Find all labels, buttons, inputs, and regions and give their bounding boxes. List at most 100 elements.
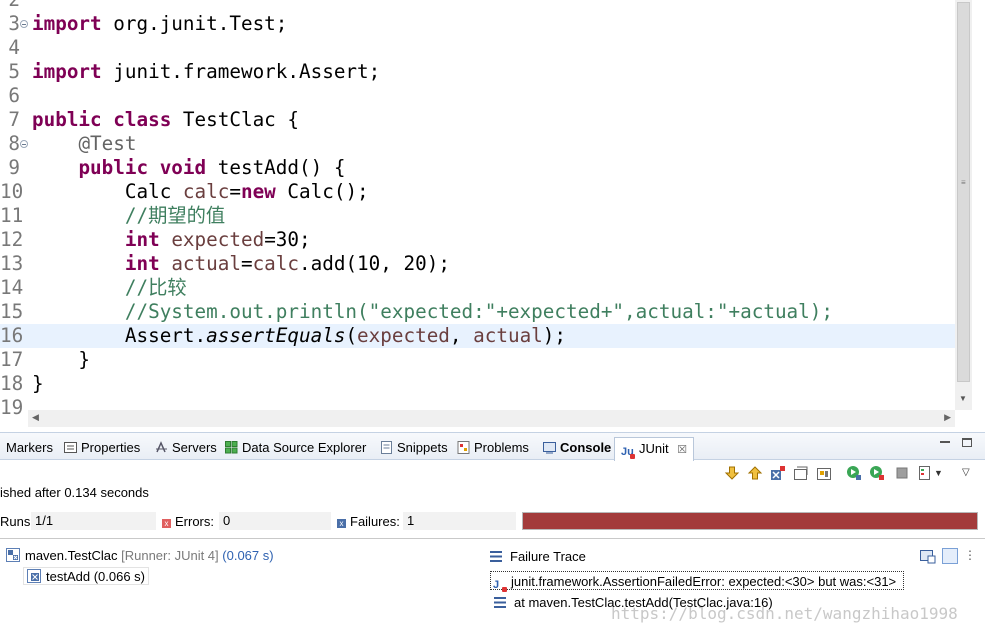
code-line[interactable]: 8 @Test [0, 132, 955, 156]
tab-data-source-explorer[interactable]: Data Source Explorer [225, 439, 366, 457]
show-failures-only-icon[interactable] [770, 465, 786, 481]
code-text: Calc calc=new Calc(); [32, 180, 369, 204]
code-token: public [78, 156, 149, 179]
tab-problems[interactable]: Problems [457, 439, 529, 457]
java-editor[interactable]: 23 import org.junit.Test; 45 import junit.f… [0, 0, 985, 430]
stop-icon[interactable] [894, 465, 910, 481]
database-icon [225, 441, 238, 454]
line-number: 16 [0, 324, 24, 347]
failures-value: 1 [403, 512, 516, 530]
code-line[interactable]: 2 [0, 0, 955, 12]
minimize-icon[interactable] [940, 441, 950, 443]
scroll-lock-icon[interactable] [793, 465, 809, 481]
code-token: actual [473, 324, 543, 347]
copy-trace-icon[interactable]: ⋮ [964, 548, 980, 564]
test-suite-failed-icon [6, 548, 20, 562]
code-area[interactable]: 23 import org.junit.Test; 45 import junit.f… [0, 0, 955, 420]
line-number: 5 [8, 60, 20, 83]
fold-toggle-icon[interactable] [20, 20, 28, 28]
failure-trace-line[interactable]: Jjunit.framework.AssertionFailedError: e… [490, 571, 904, 592]
code-line[interactable]: 6 [0, 84, 955, 108]
assertion-error-text: junit.framework.AssertionFailedError: ex… [511, 574, 897, 589]
code-token: TestClac { [171, 108, 300, 131]
code-line[interactable]: 9 public void testAdd() { [0, 156, 955, 180]
runs-label: Runs: [0, 514, 34, 529]
tree-item-test-method[interactable]: testAdd (0.066 s) [23, 567, 149, 585]
test-class-name: maven.TestClac [25, 548, 118, 563]
code-line[interactable]: 15 //System.out.println("expected:"+expe… [0, 300, 955, 324]
code-token: ( [345, 324, 358, 347]
code-line[interactable]: 16 Assert.assertEquals(expected, actual)… [0, 324, 955, 348]
tree-item-test-class[interactable]: maven.TestClac [Runner: JUnit 4] (0.067 … [6, 547, 274, 565]
junit-icon: Ju [621, 446, 635, 459]
history-dropdown-icon[interactable]: ▼ [934, 465, 950, 481]
fold-toggle-icon[interactable] [20, 140, 28, 148]
code-line[interactable]: 17 } [0, 348, 955, 372]
test-progress-fill [523, 513, 977, 529]
line-number: 14 [0, 276, 24, 299]
code-line[interactable]: 4 [0, 36, 955, 60]
tab-snippets[interactable]: Snippets [380, 439, 448, 457]
code-token: = [229, 180, 241, 203]
test-tree[interactable]: maven.TestClac [Runner: JUnit 4] (0.067 … [0, 547, 480, 627]
code-line[interactable]: 18} [0, 372, 955, 396]
test-run-history-icon[interactable] [917, 465, 933, 481]
tab-junit-label: JUnit [639, 441, 669, 456]
vertical-scroll-thumb[interactable]: ≡ [957, 2, 970, 382]
scroll-down-arrow-icon[interactable]: ▼ [959, 394, 967, 403]
scroll-right-arrow-icon[interactable]: ▶ [944, 412, 951, 423]
code-token: public [32, 108, 102, 131]
tab-junit[interactable]: Ju JUnit ☒ [614, 437, 695, 461]
filter-stack-trace-icon[interactable] [942, 548, 958, 564]
view-menu-icon[interactable]: ▽ [962, 465, 978, 481]
previous-failure-icon[interactable] [747, 465, 763, 481]
rerun-icon[interactable] [846, 465, 862, 481]
tab-console[interactable]: Console [543, 439, 611, 457]
line-number: 7 [8, 108, 20, 131]
tab-markers[interactable]: Markers [6, 439, 53, 457]
code-token: } [32, 348, 91, 371]
tab-properties[interactable]: Properties [64, 439, 140, 457]
rerun-failed-first-icon[interactable] [869, 465, 885, 481]
code-line[interactable]: 10 Calc calc=new Calc(); [0, 180, 955, 204]
code-line[interactable]: 3 import org.junit.Test; [0, 12, 955, 36]
vertical-scrollbar[interactable]: ≡ ▼ [955, 0, 972, 410]
code-token: import [32, 60, 102, 83]
tab-servers[interactable]: Servers [155, 439, 217, 457]
horizontal-scrollbar[interactable]: ◀ ▶ [28, 410, 955, 427]
code-text: //比较 [32, 276, 187, 300]
code-text: int actual=calc.add(10, 20); [32, 252, 450, 276]
compare-result-icon[interactable] [920, 548, 936, 564]
problems-icon [457, 441, 470, 454]
code-line[interactable]: 14 //比较 [0, 276, 955, 300]
runs-value: 1/1 [31, 512, 156, 530]
code-token: org.junit.Test; [101, 12, 288, 35]
code-line[interactable]: 5 import junit.framework.Assert; [0, 60, 955, 84]
line-number: 2 [0, 0, 20, 12]
line-number: 10 [0, 180, 24, 203]
failure-trace-tools: ⋮ [918, 547, 978, 567]
tab-properties-label: Properties [81, 440, 141, 455]
code-line[interactable]: 11 //期望的值 [0, 204, 955, 228]
failure-trace-header: Failure Trace [490, 549, 586, 564]
line-number: 4 [8, 36, 20, 59]
code-token: //期望的值 [124, 204, 226, 227]
tab-markers-label: Markers [6, 440, 53, 455]
code-line[interactable]: 7 public class TestClac { [0, 108, 955, 132]
code-token: class [113, 108, 172, 131]
scroll-left-arrow-icon[interactable]: ◀ [32, 412, 39, 423]
maximize-icon[interactable] [962, 438, 972, 447]
runner-label: [Runner: JUnit 4] [121, 548, 219, 563]
tab-close-icon[interactable]: ☒ [677, 444, 687, 456]
run-status-text: ished after 0.134 seconds [0, 485, 149, 500]
code-text: @Test [32, 132, 136, 156]
history-icon[interactable] [816, 465, 832, 481]
code-line[interactable]: 13 int actual=calc.add(10, 20); [0, 252, 955, 276]
next-failure-icon[interactable] [724, 465, 740, 481]
code-token: calc [252, 252, 300, 275]
code-token: , [449, 324, 474, 347]
error-icon: x [162, 519, 171, 528]
code-line[interactable]: 12 int expected=30; [0, 228, 955, 252]
